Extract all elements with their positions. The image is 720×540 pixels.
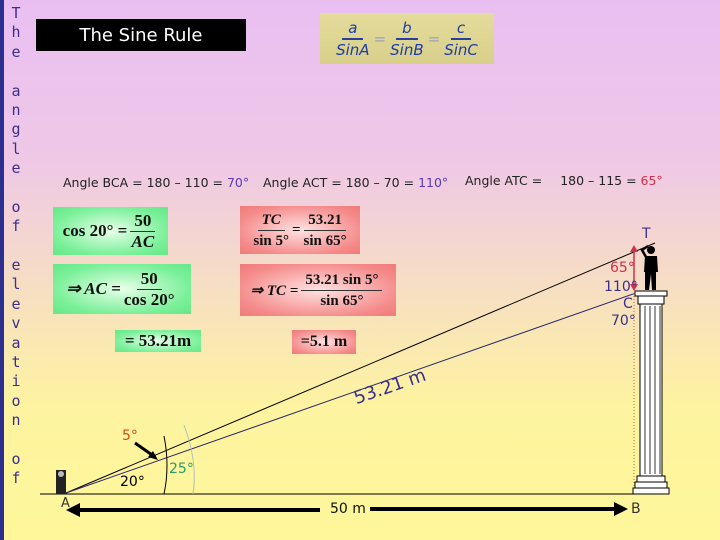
line-AC bbox=[65, 292, 637, 494]
person-on-tower-icon bbox=[640, 244, 658, 290]
angle-20-arc bbox=[163, 435, 168, 495]
angle-C-top-label: 110° bbox=[604, 279, 638, 295]
tc-arrow-up bbox=[630, 245, 638, 252]
base-length-label: 50 m bbox=[330, 501, 366, 517]
angle-C-bottom-label: 70° bbox=[611, 313, 636, 329]
angle-25-label: 25° bbox=[169, 461, 194, 477]
observer-icon bbox=[56, 470, 66, 494]
angle-T-label: 65° bbox=[610, 260, 635, 276]
angle-20-label: 20° bbox=[120, 474, 145, 490]
column-icon bbox=[632, 290, 670, 495]
point-A-label: A bbox=[61, 496, 70, 511]
base-arrow-right-head bbox=[614, 502, 628, 516]
point-C-label: C bbox=[623, 296, 633, 312]
angle-5-label: 5° bbox=[122, 428, 138, 444]
point-T-label: T bbox=[642, 226, 651, 242]
point-B-label: B bbox=[631, 501, 641, 517]
angle-25-arc bbox=[183, 424, 195, 495]
